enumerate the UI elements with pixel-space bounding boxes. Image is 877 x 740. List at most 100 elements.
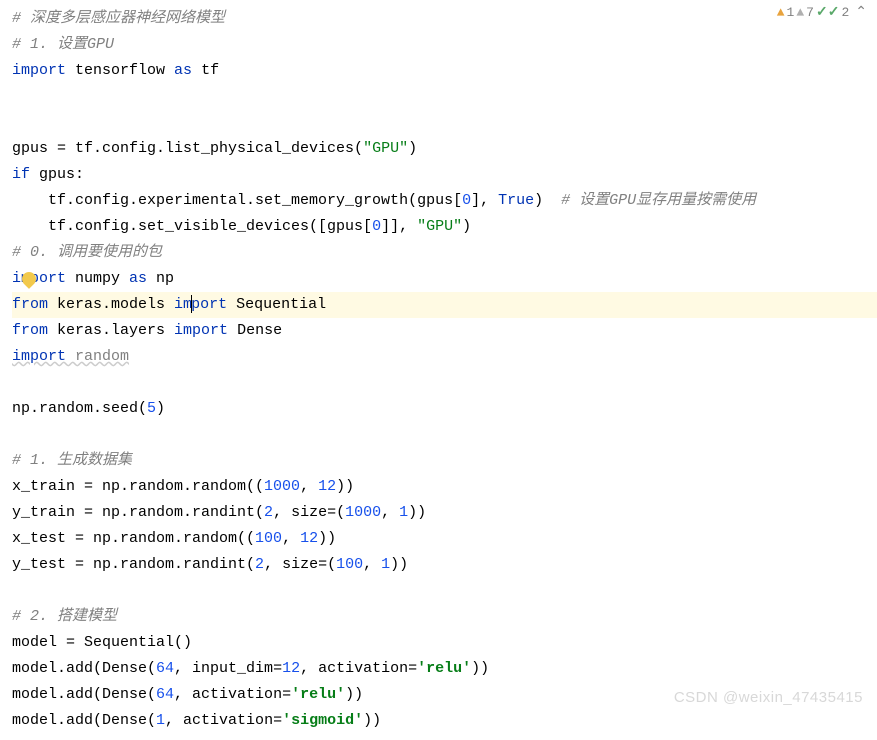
code-line[interactable]: # 2. 搭建模型 [12,604,877,630]
code-token: from [12,322,48,339]
code-token: 100 [336,556,363,573]
code-line[interactable]: model.add(Dense(1, activation='sigmoid')… [12,708,877,734]
code-token: tf [192,62,219,79]
code-line[interactable]: if gpus: [12,162,877,188]
code-token: from [12,296,48,313]
code-line[interactable]: x_train = np.random.random((1000, 12)) [12,474,877,500]
code-line[interactable]: y_train = np.random.randint(2, size=(100… [12,500,877,526]
code-token: 2 [264,504,273,521]
code-token: 1 [156,712,165,729]
code-token: 'relu' [417,660,471,677]
code-line[interactable] [12,110,877,136]
code-line[interactable]: y_test = np.random.randint(2, size=(100,… [12,552,877,578]
code-token: ], [471,192,498,209]
code-token: 1 [381,556,390,573]
code-token: model.add(Dense( [12,686,156,703]
code-token: , activation= [165,712,282,729]
code-token: , [381,504,399,521]
code-token: # 2. 搭建模型 [12,608,117,625]
code-token: )) [408,504,426,521]
code-token: 1000 [264,478,300,495]
code-token: 12 [282,660,300,677]
code-token: model = Sequential() [12,634,192,651]
code-token: )) [318,530,336,547]
code-line[interactable]: import tensorflow as tf [12,58,877,84]
code-token: # 设置GPU显存用量按需使用 [561,192,756,209]
code-line[interactable] [12,84,877,110]
code-token: 12 [318,478,336,495]
code-line[interactable]: # 0. 调用要使用的包 [12,240,877,266]
code-token: model.add(Dense( [12,712,156,729]
code-line[interactable]: # 1. 生成数据集 [12,448,877,474]
code-line[interactable]: gpus = tf.config.list_physical_devices("… [12,136,877,162]
code-line[interactable]: np.random.seed(5) [12,396,877,422]
code-token: y_train = np.random.randint( [12,504,264,521]
code-token: 5 [147,400,156,417]
code-token: 100 [255,530,282,547]
code-token: np.random.seed( [12,400,147,417]
code-token: )) [363,712,381,729]
code-token: x_test = np.random.random(( [12,530,255,547]
code-token: 'sigmoid' [282,712,363,729]
code-token: tensorflow [66,62,174,79]
code-token: , [363,556,381,573]
code-token: , activation= [174,686,291,703]
code-line[interactable]: tf.config.set_visible_devices([gpus[0]],… [12,214,877,240]
code-token: 1000 [345,504,381,521]
code-token: import [12,62,66,79]
code-line[interactable]: tf.config.experimental.set_memory_growth… [12,188,877,214]
code-token: ) [408,140,417,157]
code-token: gpus: [30,166,84,183]
code-token: # 1. 设置GPU [12,36,114,53]
code-line[interactable]: model.add(Dense(64, input_dim=12, activa… [12,656,877,682]
code-token: numpy [66,270,129,287]
code-token: tf.config.set_visible_devices([gpus[ [12,218,372,235]
code-token: , input_dim= [174,660,282,677]
code-token: as [174,62,192,79]
code-line[interactable]: from keras.models import Sequential [12,292,877,318]
code-token: , [282,530,300,547]
code-token: , size=( [264,556,336,573]
code-token: , activation= [300,660,417,677]
code-token: 12 [300,530,318,547]
code-token: np [147,270,174,287]
code-token: # 深度多层感应器神经网络模型 [12,10,225,27]
code-token: , size=( [273,504,345,521]
code-token: model.add(Dense( [12,660,156,677]
code-line[interactable] [12,578,877,604]
code-token: import [12,270,66,287]
code-token: # 0. 调用要使用的包 [12,244,162,261]
code-token: 'relu' [291,686,345,703]
code-token: True [498,192,534,209]
code-token: im [174,296,192,313]
code-token: Dense [228,322,282,339]
code-token: x_train = np.random.random(( [12,478,264,495]
code-token: gpus = tf.config.list_physical_devices( [12,140,363,157]
code-token: as [129,270,147,287]
code-line[interactable]: from keras.layers import Dense [12,318,877,344]
code-token: Sequential [227,296,326,313]
code-token: , [300,478,318,495]
code-editor[interactable]: # 深度多层感应器神经网络模型 # 1. 设置GPU import tensorfl… [0,0,877,740]
code-token: 2 [255,556,264,573]
code-line[interactable] [12,370,877,396]
code-token: )) [336,478,354,495]
code-token: import [174,322,228,339]
code-token: "GPU" [363,140,408,157]
code-line[interactable]: import numpy as np [12,266,877,292]
code-token: ) [534,192,561,209]
code-token: keras.layers [48,322,174,339]
code-token: port [191,296,227,313]
code-line[interactable]: import random [12,344,877,370]
code-line[interactable]: x_test = np.random.random((100, 12)) [12,526,877,552]
code-token: "GPU" [417,218,462,235]
code-token: 0 [462,192,471,209]
code-token: # 1. 生成数据集 [12,452,132,469]
code-token: )) [471,660,489,677]
code-token: random [66,348,129,365]
code-line[interactable] [12,422,877,448]
code-line[interactable]: model.add(Dense(64, activation='relu')) [12,682,877,708]
code-line[interactable]: model = Sequential() [12,630,877,656]
code-line[interactable]: # 深度多层感应器神经网络模型 [12,6,877,32]
code-line[interactable]: # 1. 设置GPU [12,32,877,58]
